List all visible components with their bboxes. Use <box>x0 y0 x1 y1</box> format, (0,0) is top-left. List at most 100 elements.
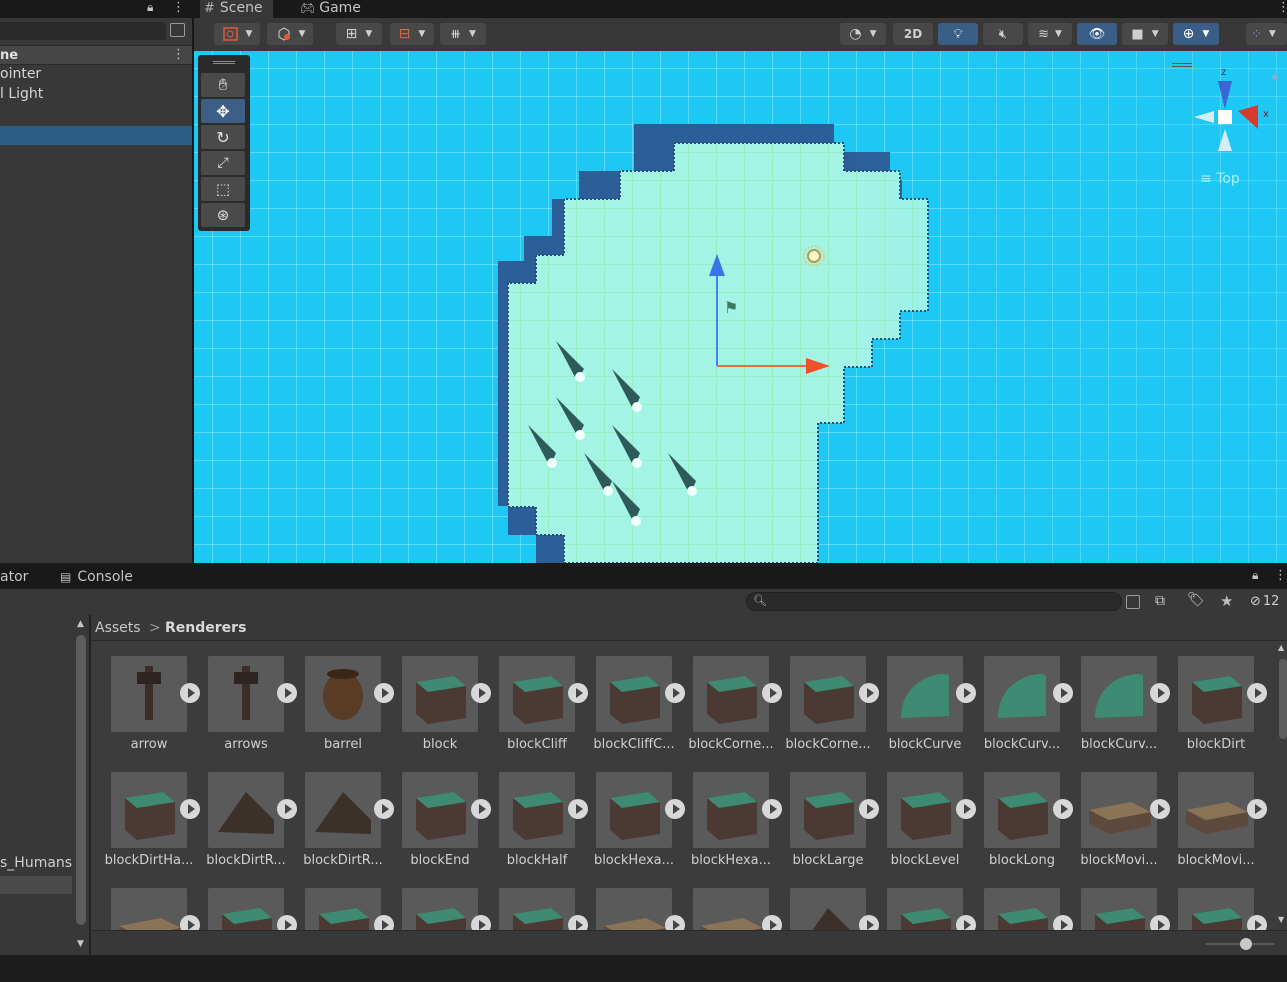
grid-snap-dropdown[interactable]: ⊞ ▼ <box>336 23 382 45</box>
asset-thumbnail[interactable] <box>887 772 963 848</box>
hierarchy-item[interactable]: l Light <box>0 86 43 102</box>
play-icon[interactable] <box>762 683 782 703</box>
asset-thumbnail[interactable] <box>305 772 381 848</box>
play-icon[interactable] <box>180 915 200 930</box>
play-icon[interactable] <box>471 683 491 703</box>
asset-thumbnail[interactable] <box>1178 888 1254 930</box>
zoom-slider-handle[interactable] <box>1240 938 1252 950</box>
more-icon[interactable]: ⋮ <box>172 0 185 15</box>
play-icon[interactable] <box>956 799 976 819</box>
asset-thumbnail[interactable] <box>693 888 769 930</box>
effects-dropdown[interactable]: ≋ ▼ <box>1028 23 1072 45</box>
asset-thumbnail[interactable] <box>790 888 866 930</box>
asset-thumbnail[interactable] <box>790 656 866 732</box>
hierarchy-item[interactable]: ointer <box>0 66 41 82</box>
play-icon[interactable] <box>1150 799 1170 819</box>
asset-thumbnail[interactable] <box>111 888 187 930</box>
scroll-down-icon[interactable]: ▼ <box>77 939 84 949</box>
play-icon[interactable] <box>374 915 394 930</box>
asset-thumbnail[interactable] <box>984 656 1060 732</box>
tree-scrollbar[interactable]: ▲ ▼ <box>74 619 88 949</box>
asset-thumbnail[interactable] <box>887 888 963 930</box>
asset-thumbnail[interactable] <box>208 656 284 732</box>
scroll-up-icon[interactable]: ▲ <box>1278 643 1284 652</box>
label-icon[interactable]: 🏷︎ <box>1187 592 1205 608</box>
hierarchy-search-bar[interactable] <box>0 22 166 40</box>
search-mode-icon[interactable] <box>1126 595 1140 609</box>
play-icon[interactable] <box>1247 799 1267 819</box>
scene-more-icon[interactable]: ⋮ <box>1277 0 1287 15</box>
play-icon[interactable] <box>859 915 879 930</box>
orientation-dropdown[interactable]: ◔ ▼ <box>840 23 886 45</box>
toggle-2d-button[interactable]: 2D <box>893 23 933 45</box>
breadcrumb-current[interactable]: Renderers <box>165 620 246 636</box>
play-icon[interactable] <box>859 683 879 703</box>
rect-tool[interactable]: ⬚ <box>201 177 245 201</box>
scene-viewport[interactable]: ⚑ ✋︎ ✥ ↻ ⤢ ⬚ ⊛ 🔒︎ z x ≡ Top <box>194 51 1287 563</box>
favorite-star-icon[interactable]: ★ <box>1220 592 1233 610</box>
asset-thumbnail[interactable] <box>1081 888 1157 930</box>
play-icon[interactable] <box>568 799 588 819</box>
asset-thumbnail[interactable] <box>984 772 1060 848</box>
play-icon[interactable] <box>1053 683 1073 703</box>
rotate-tool[interactable]: ↻ <box>201 125 245 149</box>
hidden-packages-toggle[interactable]: ⊘ 12 <box>1250 594 1279 609</box>
asset-thumbnail[interactable] <box>208 888 284 930</box>
camera-dropdown[interactable]: ■ ▼ <box>1122 23 1168 45</box>
shading-dropdown[interactable]: ▼ <box>267 23 313 45</box>
draw-mode-dropdown[interactable]: ▼ <box>214 23 260 45</box>
asset-thumbnail[interactable] <box>305 656 381 732</box>
hand-tool[interactable]: ✋︎ <box>201 73 245 97</box>
play-icon[interactable] <box>277 799 297 819</box>
play-icon[interactable] <box>859 799 879 819</box>
play-icon[interactable] <box>471 799 491 819</box>
transform-tool[interactable]: ⊛ <box>201 203 245 227</box>
asset-thumbnail[interactable] <box>1178 772 1254 848</box>
play-icon[interactable] <box>1150 915 1170 930</box>
asset-thumbnail[interactable] <box>111 656 187 732</box>
play-icon[interactable] <box>1150 683 1170 703</box>
scroll-down-icon[interactable]: ▼ <box>1278 915 1284 924</box>
asset-thumbnail[interactable] <box>1178 656 1254 732</box>
play-icon[interactable] <box>277 915 297 930</box>
audio-toggle[interactable]: 🔇︎ <box>983 23 1023 45</box>
grid-scrollbar[interactable]: ▲ ▼ <box>1278 641 1287 930</box>
asset-thumbnail[interactable] <box>208 772 284 848</box>
scrollbar-thumb[interactable] <box>1279 659 1287 739</box>
asset-thumbnail[interactable] <box>402 888 478 930</box>
play-icon[interactable] <box>277 683 297 703</box>
play-icon[interactable] <box>1053 799 1073 819</box>
scrollbar-thumb[interactable] <box>76 635 86 925</box>
tab-game[interactable]: 🎮︎ Game <box>300 0 361 18</box>
filter-type-icon[interactable]: ⧉ <box>1155 593 1165 609</box>
scene-more-icon[interactable]: ⋮ <box>172 47 185 62</box>
play-icon[interactable] <box>568 915 588 930</box>
asset-thumbnail[interactable] <box>402 656 478 732</box>
play-icon[interactable] <box>1053 915 1073 930</box>
asset-thumbnail[interactable] <box>305 888 381 930</box>
view-top-label[interactable]: ≡ Top <box>1200 171 1240 187</box>
tab-console[interactable]: ▤ Console <box>60 569 133 585</box>
asset-thumbnail[interactable] <box>693 772 769 848</box>
asset-thumbnail[interactable] <box>402 772 478 848</box>
project-search-input[interactable]: 🔍︎ <box>746 592 1122 611</box>
play-icon[interactable] <box>762 915 782 930</box>
play-icon[interactable] <box>956 915 976 930</box>
folder-item[interactable]: s_Humans <box>0 855 72 871</box>
play-icon[interactable] <box>1247 683 1267 703</box>
play-icon[interactable] <box>665 799 685 819</box>
scene-header-row[interactable]: ne ⋮ <box>0 45 193 65</box>
asset-thumbnail[interactable] <box>499 772 575 848</box>
lock-icon[interactable]: 🔒︎ <box>147 0 153 15</box>
play-icon[interactable] <box>568 683 588 703</box>
play-icon[interactable] <box>956 683 976 703</box>
asset-thumbnail[interactable] <box>499 656 575 732</box>
asset-thumbnail[interactable] <box>596 888 672 930</box>
asset-thumbnail[interactable] <box>596 656 672 732</box>
folder-item-selected[interactable] <box>0 876 72 894</box>
move-tool[interactable]: ✥ <box>201 99 245 123</box>
asset-thumbnail[interactable] <box>1081 656 1157 732</box>
lock-icon[interactable]: 🔒︎ <box>1252 568 1258 583</box>
play-icon[interactable] <box>665 915 685 930</box>
hierarchy-selected-row[interactable] <box>0 126 193 145</box>
